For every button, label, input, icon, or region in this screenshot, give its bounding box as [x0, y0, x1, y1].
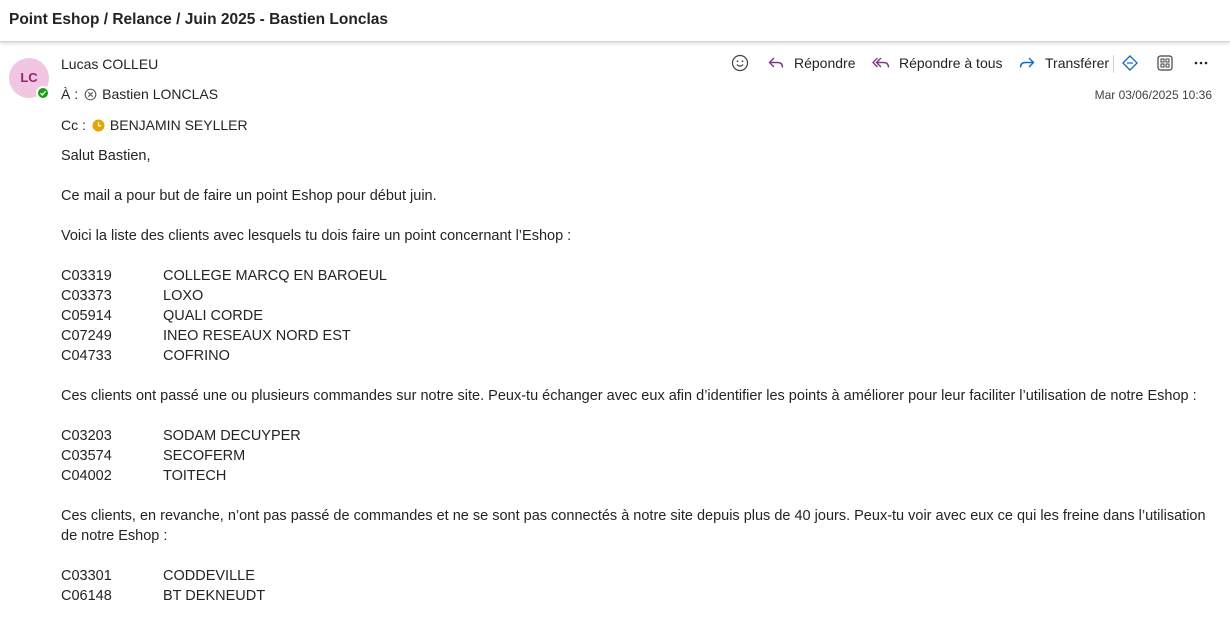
reply-icon [768, 57, 784, 68]
to-row: À : Bastien LONCLAS [61, 86, 218, 102]
emoji-react-button[interactable] [730, 53, 758, 73]
client-name: TOITECH [163, 468, 227, 484]
client-code: C04733 [61, 348, 112, 364]
client-code: C04002 [61, 468, 112, 484]
forward-button[interactable]: Transférer [1017, 53, 1109, 73]
list-item: C06148 BT DEKNEUDT [61, 586, 1211, 606]
reply-label: Répondre [794, 55, 856, 71]
reply-all-button[interactable]: Répondre à tous [871, 53, 1003, 73]
extension-icon [1122, 55, 1138, 71]
list-item: C03319 COLLEGE MARCQ EN BAROEUL [61, 266, 1211, 286]
reply-all-label: Répondre à tous [899, 55, 1003, 71]
subject-bar: Point Eshop / Relance / Juin 2025 - Bast… [0, 0, 1230, 42]
greeting: Salut Bastien, [61, 148, 151, 164]
list-item: C04733 COFRINO [61, 346, 1211, 366]
client-name: CODDEVILLE [163, 568, 255, 584]
list-item: C03574 SECOFERM [61, 446, 1211, 466]
presence-available-icon [36, 86, 50, 100]
list-item: C04002 TOITECH [61, 466, 1211, 486]
extension-button[interactable] [1120, 53, 1148, 73]
client-code: C07249 [61, 328, 112, 344]
list-intro-paragraph: Voici la liste des clients avec lesquels… [61, 228, 572, 244]
client-code: C03373 [61, 288, 112, 304]
list-item: C03373 LOXO [61, 286, 1211, 306]
client-name: INEO RESEAUX NORD EST [163, 328, 351, 344]
cc-recipient[interactable]: BENJAMIN SEYLLER [110, 117, 248, 133]
client-name: SODAM DECUYPER [163, 428, 301, 444]
client-code: C06148 [61, 588, 112, 604]
client-list-1: C03319 COLLEGE MARCQ EN BAROEUL C03373 LOX… [61, 266, 1211, 366]
sent-date: Mar 03/06/2025 10:36 [1094, 88, 1212, 102]
more-actions-button[interactable] [1191, 53, 1219, 73]
list-item: C03301 CODDEVILLE [61, 566, 1211, 586]
away-clock-icon [92, 119, 105, 132]
apps-button[interactable] [1155, 53, 1183, 73]
email-body: Salut Bastien, Ce mail a pour but de fai… [61, 146, 1211, 626]
reply-button[interactable]: Répondre [766, 53, 856, 73]
blocked-status-icon [84, 88, 97, 101]
list-item: C07249 INEO RESEAUX NORD EST [61, 326, 1211, 346]
to-label: À : [61, 86, 79, 102]
reply-all-icon [872, 57, 890, 68]
apps-icon [1157, 55, 1173, 71]
forward-icon [1019, 57, 1035, 68]
client-name: BT DEKNEUDT [163, 588, 266, 604]
client-name: COLLEGE MARCQ EN BAROEUL [163, 268, 387, 284]
client-code: C03574 [61, 448, 112, 464]
toolbar-divider [1113, 55, 1114, 73]
email-subject: Point Eshop / Relance / Juin 2025 - Bast… [9, 11, 388, 28]
client-list-2: C03203 SODAM DECUYPER C03574 SECOFERM C040… [61, 426, 1211, 486]
client-name: COFRINO [163, 348, 230, 364]
client-code: C03203 [61, 428, 112, 444]
paragraph-inactive-clients: Ces clients, en revanche, n’ont pas pass… [61, 508, 1206, 544]
list-item: C03203 SODAM DECUYPER [61, 426, 1211, 446]
forward-label: Transférer [1045, 55, 1110, 71]
client-code: C03301 [61, 568, 112, 584]
sender-name[interactable]: Lucas COLLEU [61, 56, 158, 72]
client-code: C05914 [61, 308, 112, 324]
client-name: QUALI CORDE [163, 308, 263, 324]
list-item: C05914 QUALI CORDE [61, 306, 1211, 326]
more-icon [1194, 61, 1208, 65]
client-list-3: C03301 CODDEVILLE C06148 BT DEKNEUDT [61, 566, 1211, 606]
paragraph-ordered-clients: Ces clients ont passé une ou plusieurs c… [61, 388, 1197, 404]
cc-label: Cc : [61, 117, 86, 133]
cc-row: Cc : BENJAMIN SEYLLER [61, 117, 248, 133]
client-name: LOXO [163, 288, 204, 304]
emoji-icon [731, 54, 749, 72]
intro-paragraph: Ce mail a pour but de faire un point Esh… [61, 188, 437, 204]
client-code: C03319 [61, 268, 112, 284]
client-name: SECOFERM [163, 448, 246, 464]
to-recipient[interactable]: Bastien LONCLAS [102, 86, 218, 102]
